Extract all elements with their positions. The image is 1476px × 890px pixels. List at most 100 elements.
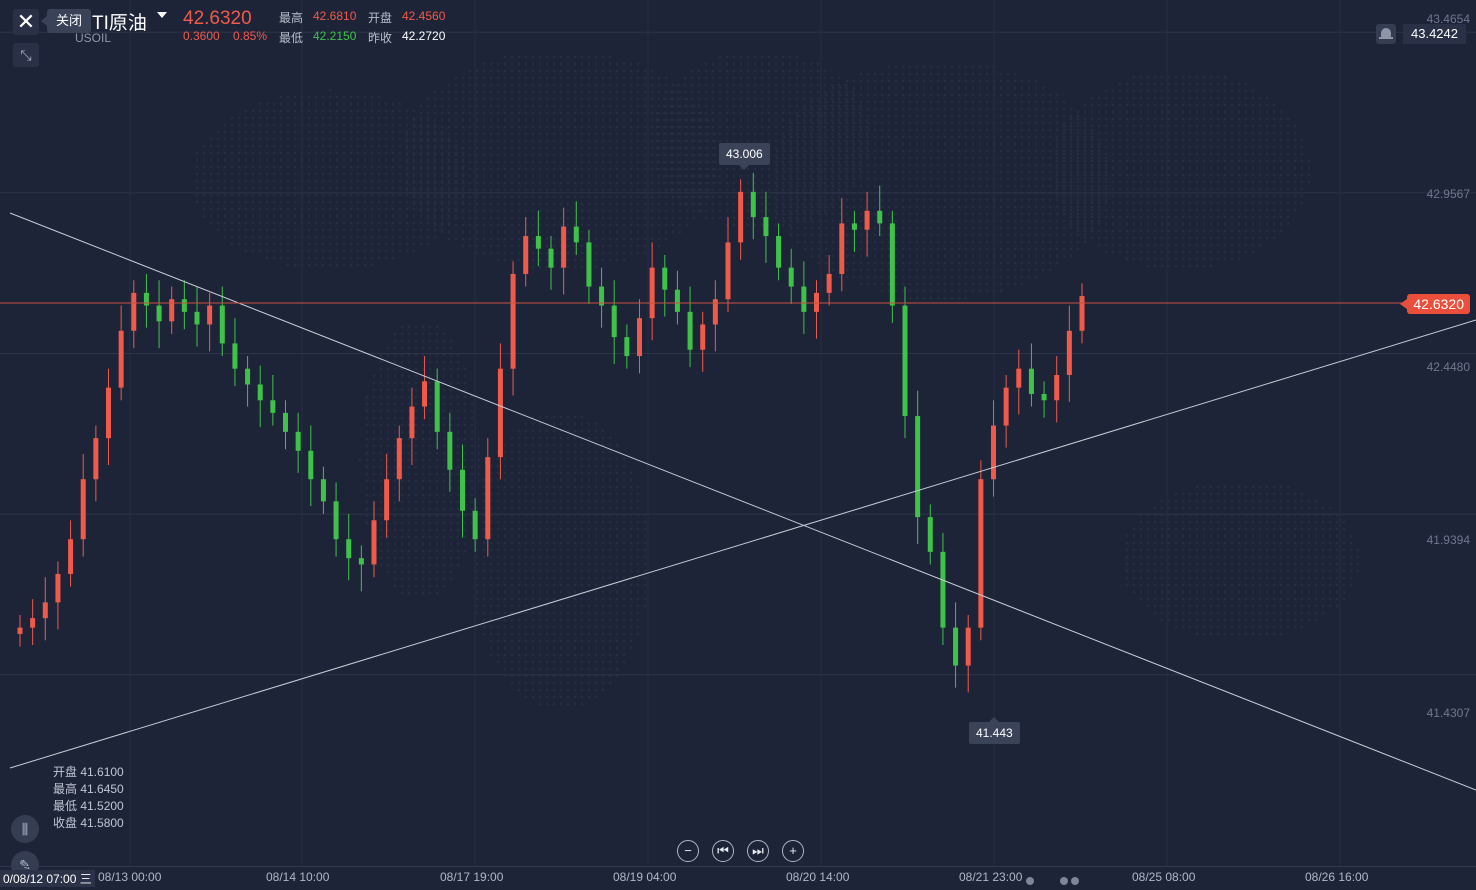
map-dot: [767, 76, 771, 80]
map-dot: [1188, 201, 1192, 205]
map-dot: [830, 76, 834, 80]
map-dot: [580, 216, 584, 220]
map-dot: [1125, 236, 1129, 240]
map-dot: [1258, 236, 1262, 240]
map-dot: [531, 223, 535, 227]
map-dot: [510, 520, 514, 524]
map-dot: [1223, 215, 1227, 219]
map-dot: [1244, 250, 1248, 254]
map-dot: [349, 221, 353, 225]
map-dot: [697, 181, 701, 185]
map-dot: [496, 492, 500, 496]
map-dot: [851, 132, 855, 136]
map-dot: [844, 174, 848, 178]
map-dot: [314, 151, 318, 155]
map-dot: [1020, 282, 1024, 286]
price-chart[interactable]: [0, 0, 1476, 866]
map-dot: [753, 118, 757, 122]
map-dot: [1013, 261, 1017, 265]
map-dot: [999, 184, 1003, 188]
map-dot: [1244, 138, 1248, 142]
map-dot: [433, 216, 437, 220]
map-dot: [587, 69, 591, 73]
map-dot: [718, 55, 722, 59]
map-dot: [697, 174, 701, 178]
map-dot: [335, 242, 339, 246]
map-dot: [482, 555, 486, 559]
map-dot: [531, 139, 535, 143]
map-dot: [503, 104, 507, 108]
map-dot: [859, 142, 863, 146]
map-dot: [314, 214, 318, 218]
map-dot: [314, 193, 318, 197]
map-dot: [279, 102, 283, 106]
map-dot: [461, 160, 465, 164]
map-dot: [1006, 177, 1010, 181]
map-dot: [363, 95, 367, 99]
map-dot: [732, 83, 736, 87]
map-dot: [1223, 201, 1227, 205]
map-dot: [866, 72, 870, 76]
map-dot: [845, 198, 849, 202]
map-dot: [831, 177, 835, 181]
map-dot: [880, 135, 884, 139]
map-dot: [1216, 138, 1220, 142]
map-dot: [999, 135, 1003, 139]
map-dot: [426, 118, 430, 122]
map-dot: [307, 137, 311, 141]
map-dot: [1006, 170, 1010, 174]
map-dot: [1041, 128, 1045, 132]
map-dot: [1118, 145, 1122, 149]
map-dot: [985, 226, 989, 230]
map-dot: [697, 209, 701, 213]
map-dot: [538, 429, 542, 433]
map-dot: [788, 97, 792, 101]
map-dot: [587, 195, 591, 199]
map-dot: [1006, 107, 1010, 111]
map-dot: [789, 233, 793, 237]
map-dot: [314, 109, 318, 113]
map-dot: [1132, 117, 1136, 121]
map-dot: [795, 174, 799, 178]
map-dot: [1069, 208, 1073, 212]
map-dot: [265, 151, 269, 155]
map-dot: [1076, 229, 1080, 233]
map-dot: [824, 240, 828, 244]
map-dot: [321, 158, 325, 162]
map-dot: [524, 457, 528, 461]
map-dot: [1153, 82, 1157, 86]
map-dot: [580, 181, 584, 185]
map-dot: [767, 118, 771, 122]
map-dot: [1160, 264, 1164, 268]
map-dot: [929, 268, 933, 272]
map-dot: [559, 202, 563, 206]
map-dot: [1146, 145, 1150, 149]
map-dot: [573, 118, 577, 122]
map-dot: [669, 104, 673, 108]
map-dot: [321, 193, 325, 197]
map-dot: [475, 97, 479, 101]
map-dot: [377, 200, 381, 204]
map-dot: [1069, 205, 1073, 209]
map-dot: [503, 499, 507, 503]
map-dot: [286, 109, 290, 113]
map-dot: [531, 681, 535, 685]
map-dot: [824, 135, 828, 139]
map-dot: [279, 200, 283, 204]
map-dot: [964, 177, 968, 181]
map-dot: [538, 485, 542, 489]
map-dot: [503, 139, 507, 143]
map-dot: [1307, 180, 1311, 184]
map-dot: [999, 170, 1003, 174]
map-dot: [622, 139, 626, 143]
map-dot: [1048, 226, 1052, 230]
map-dot: [517, 443, 521, 447]
map-dot: [1244, 173, 1248, 177]
map-dot: [629, 125, 633, 129]
map-dot: [1132, 201, 1136, 205]
map-dot: [1286, 215, 1290, 219]
map-dot: [1300, 180, 1304, 184]
map-dot: [538, 436, 542, 440]
map-dot: [328, 228, 332, 232]
map-dot: [1293, 138, 1297, 142]
